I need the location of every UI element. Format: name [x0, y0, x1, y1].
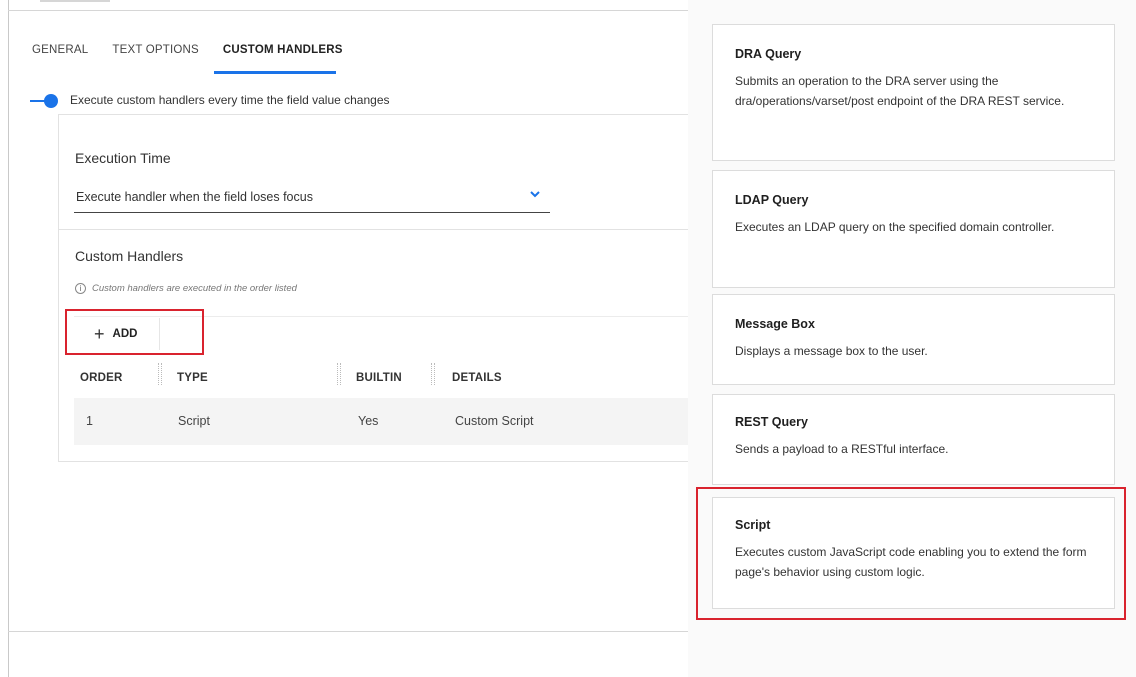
- execute-every-change-toggle[interactable]: [30, 94, 60, 108]
- tab-bar: GENERAL TEXT OPTIONS CUSTOM HANDLERS: [32, 44, 367, 66]
- frame-edge: [8, 631, 688, 632]
- card-description: Executes an LDAP query on the specified …: [735, 220, 1055, 234]
- highlight-box-add: [65, 309, 204, 355]
- cell-builtin: Yes: [358, 414, 379, 428]
- card-description: Sends a payload to a RESTful interface.: [735, 442, 949, 456]
- toggle-knob[interactable]: [44, 94, 58, 108]
- info-icon: i: [75, 283, 86, 294]
- tab-text-options[interactable]: TEXT OPTIONS: [112, 44, 199, 66]
- column-header-details[interactable]: DETAILS: [452, 372, 502, 384]
- section-divider: [58, 229, 698, 230]
- column-resize-handle[interactable]: [337, 363, 341, 385]
- execution-time-value: Execute handler when the field loses foc…: [76, 190, 313, 204]
- toggle-label: Execute custom handlers every time the f…: [70, 93, 390, 107]
- card-description: Displays a message box to the user.: [735, 344, 928, 358]
- card-title: Message Box: [735, 317, 815, 331]
- handler-card-rest-query[interactable]: REST Query Sends a payload to a RESTful …: [712, 394, 1115, 485]
- card-description: Submits an operation to the DRA server u…: [735, 74, 1065, 108]
- handler-card-message-box[interactable]: Message Box Displays a message box to th…: [712, 294, 1115, 385]
- execution-time-select[interactable]: Execute handler when the field loses foc…: [74, 186, 550, 213]
- active-tab-indicator: [214, 71, 336, 74]
- chevron-down-icon[interactable]: [528, 187, 542, 201]
- card-title: REST Query: [735, 415, 808, 429]
- column-header-builtin[interactable]: BUILTIN: [356, 372, 402, 384]
- info-text: Custom handlers are executed in the orde…: [92, 283, 297, 294]
- table-row[interactable]: [74, 398, 690, 445]
- custom-handlers-title: Custom Handlers: [75, 248, 184, 264]
- tab-general[interactable]: GENERAL: [32, 44, 88, 66]
- card-title: DRA Query: [735, 47, 802, 61]
- cell-type: Script: [178, 414, 210, 428]
- frame-edge: [8, 0, 9, 677]
- column-header-order[interactable]: ORDER: [80, 372, 123, 384]
- frame-edge: [40, 0, 110, 2]
- handler-card-ldap-query[interactable]: LDAP Query Executes an LDAP query on the…: [712, 170, 1115, 288]
- execution-time-title: Execution Time: [75, 150, 171, 166]
- tab-custom-handlers[interactable]: CUSTOM HANDLERS: [223, 44, 343, 66]
- cell-details: Custom Script: [455, 414, 534, 428]
- info-note: i Custom handlers are executed in the or…: [75, 283, 297, 294]
- column-resize-handle[interactable]: [158, 363, 162, 385]
- column-header-type[interactable]: TYPE: [177, 372, 208, 384]
- highlight-box-script: [696, 487, 1126, 620]
- cell-order: 1: [86, 414, 93, 428]
- column-resize-handle[interactable]: [431, 363, 435, 385]
- handler-card-dra-query[interactable]: DRA Query Submits an operation to the DR…: [712, 24, 1115, 161]
- card-title: LDAP Query: [735, 193, 809, 207]
- frame-edge: [8, 10, 688, 11]
